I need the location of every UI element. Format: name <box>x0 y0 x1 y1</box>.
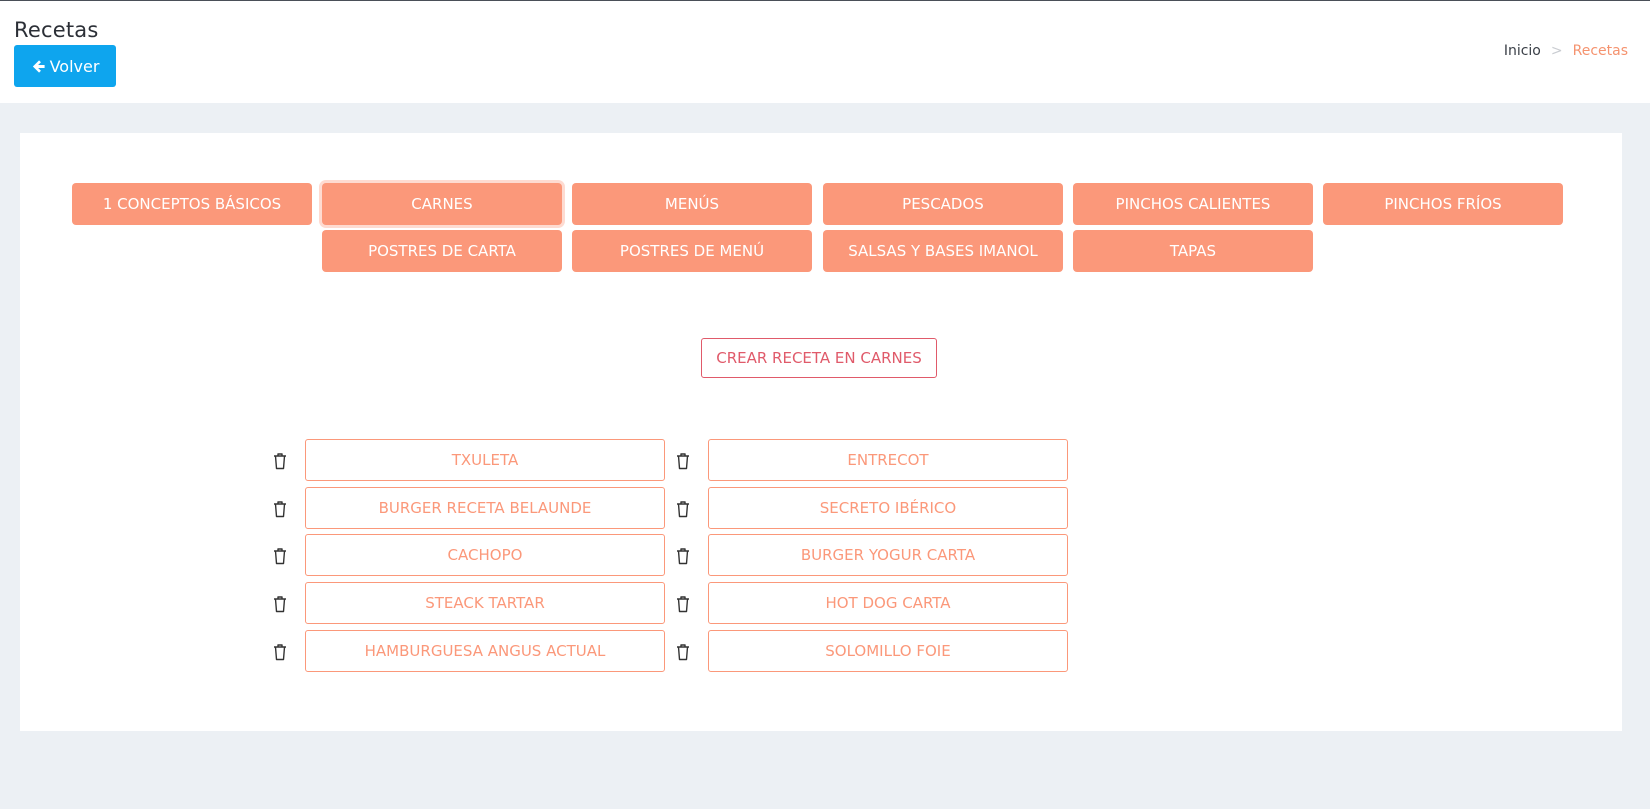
category-button-tapas[interactable]: TAPAS <box>1073 230 1313 272</box>
trash-icon[interactable] <box>676 452 690 470</box>
recipe-label: BURGER YOGUR CARTA <box>800 546 976 564</box>
breadcrumb-separator: > <box>1550 43 1563 59</box>
recipe-label: STEACK TARTAR <box>425 594 545 612</box>
arrow-left-icon <box>31 59 46 74</box>
recipe-button-hot-dog-carta[interactable]: HOT DOG CARTA <box>708 582 1068 624</box>
recipe-label: CACHOPO <box>447 546 523 564</box>
category-button-postres-de-carta[interactable]: POSTRES DE CARTA <box>322 230 562 272</box>
recipe-button-hamburguesa-angus-actual[interactable]: HAMBURGUESA ANGUS ACTUAL <box>305 630 665 672</box>
category-button-carnes[interactable]: CARNES <box>322 183 562 225</box>
recipe-label: HAMBURGUESA ANGUS ACTUAL <box>364 642 606 660</box>
recipe-button-solomillo-foie[interactable]: SOLOMILLO FOIE <box>708 630 1068 672</box>
trash-icon[interactable] <box>676 643 690 661</box>
trash-icon[interactable] <box>676 500 690 518</box>
category-button-pinchos-calientes[interactable]: PINCHOS CALIENTES <box>1073 183 1313 225</box>
category-button-salsas-y-bases-imanol[interactable]: SALSAS Y BASES IMANOL <box>823 230 1063 272</box>
category-button-conceptos-basicos[interactable]: 1 CONCEPTOS BÁSICOS <box>72 183 312 225</box>
back-button[interactable]: Volver <box>14 45 116 87</box>
recipe-label: TXULETA <box>451 451 519 469</box>
recipe-button-burger-yogur-carta[interactable]: BURGER YOGUR CARTA <box>708 534 1068 576</box>
page-header: Recetas Volver Inicio > Recetas <box>0 1 1650 103</box>
category-label: POSTRES DE CARTA <box>368 242 516 260</box>
category-label: TAPAS <box>1169 242 1217 260</box>
recipe-button-cachopo[interactable]: CACHOPO <box>305 534 665 576</box>
trash-icon[interactable] <box>273 643 287 661</box>
back-button-label: Volver <box>49 56 100 76</box>
category-button-menus[interactable]: MENÚS <box>572 183 812 225</box>
category-label: PINCHOS FRÍOS <box>1384 195 1502 213</box>
trash-icon[interactable] <box>273 547 287 565</box>
category-label: SALSAS Y BASES IMANOL <box>848 242 1038 260</box>
category-label: PESCADOS <box>902 195 984 213</box>
category-label: POSTRES DE MENÚ <box>619 242 765 260</box>
create-recipe-button[interactable]: CREAR RECETA EN CARNES <box>701 338 937 378</box>
category-label: MENÚS <box>664 195 720 213</box>
recipe-label: SECRETO IBÉRICO <box>819 499 957 517</box>
recipe-label: BURGER RECETA BELAUNDE <box>378 499 592 517</box>
recipe-button-burger-receta-belaunde[interactable]: BURGER RECETA BELAUNDE <box>305 487 665 529</box>
category-label: CARNES <box>411 195 473 213</box>
category-button-pescados[interactable]: PESCADOS <box>823 183 1063 225</box>
trash-icon[interactable] <box>676 547 690 565</box>
recipe-button-steack-tartar[interactable]: STEACK TARTAR <box>305 582 665 624</box>
page-title: Recetas <box>14 18 99 42</box>
recipes-card: 1 CONCEPTOS BÁSICOS CARNES MENÚS PESCADO… <box>20 133 1622 731</box>
recipe-label: ENTRECOT <box>847 451 929 469</box>
breadcrumb: Inicio > Recetas <box>1504 43 1628 59</box>
trash-icon[interactable] <box>273 452 287 470</box>
recipe-label: HOT DOG CARTA <box>825 594 951 612</box>
category-label: 1 CONCEPTOS BÁSICOS <box>102 195 282 213</box>
trash-icon[interactable] <box>676 595 690 613</box>
trash-icon[interactable] <box>273 500 287 518</box>
breadcrumb-home-link[interactable]: Inicio <box>1504 43 1541 59</box>
breadcrumb-current: Recetas <box>1572 43 1628 59</box>
recipe-button-entrecot[interactable]: ENTRECOT <box>708 439 1068 481</box>
category-button-pinchos-frios[interactable]: PINCHOS FRÍOS <box>1323 183 1563 225</box>
recipe-button-secreto-iberico[interactable]: SECRETO IBÉRICO <box>708 487 1068 529</box>
recipe-button-txuleta[interactable]: TXULETA <box>305 439 665 481</box>
category-button-postres-de-menu[interactable]: POSTRES DE MENÚ <box>572 230 812 272</box>
recipe-label: SOLOMILLO FOIE <box>825 642 951 660</box>
category-label: PINCHOS CALIENTES <box>1115 195 1271 213</box>
trash-icon[interactable] <box>273 595 287 613</box>
